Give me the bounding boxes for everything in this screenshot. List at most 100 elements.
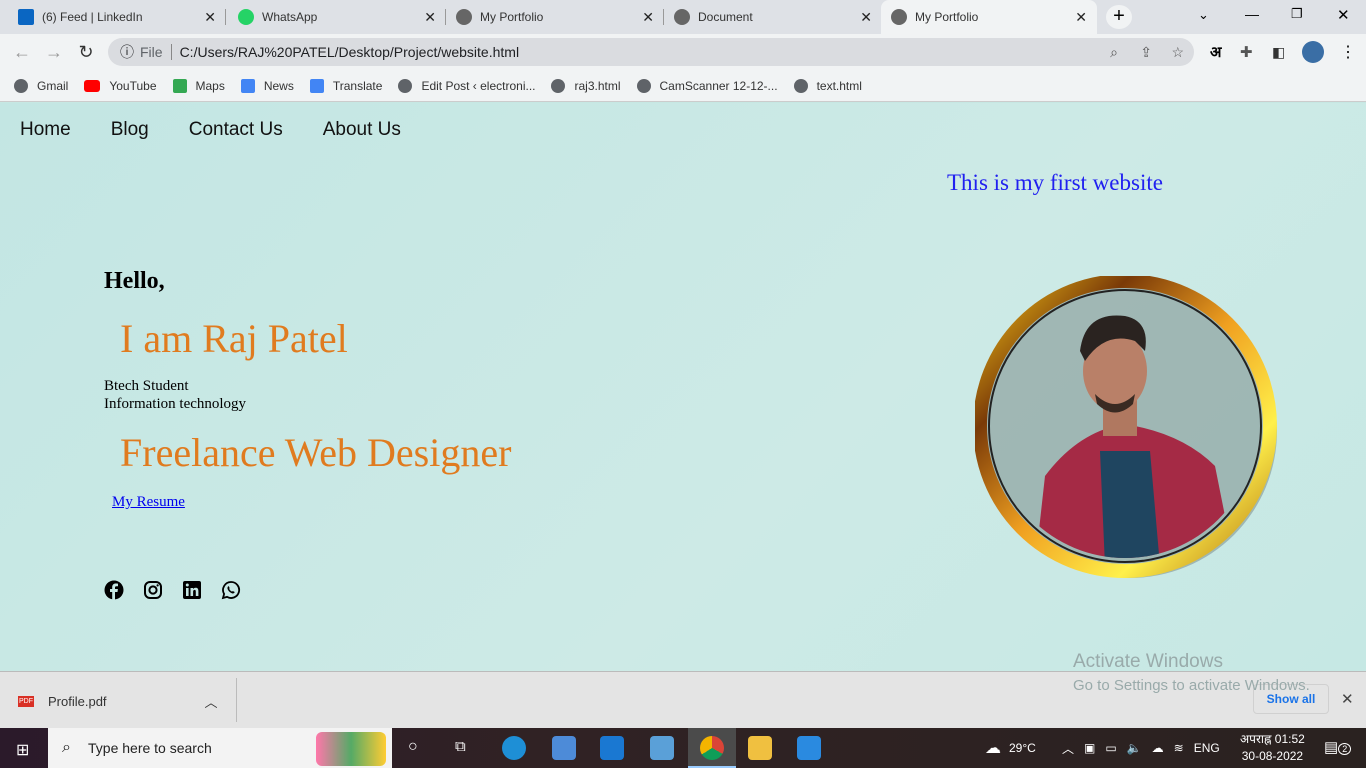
bookmark-edit-post[interactable]: Edit Post ‹ electroni...	[398, 78, 536, 93]
bookmarks-bar: Gmail YouTube Maps News Translate Edit P…	[0, 70, 1366, 102]
maximize-button[interactable]: ❐	[1291, 6, 1303, 22]
bookmark-news[interactable]: News	[240, 78, 294, 93]
edge-icon[interactable]	[502, 736, 526, 760]
extensions-icon[interactable]: ✚	[1240, 43, 1253, 61]
temperature: 29°C	[1009, 741, 1036, 755]
page-content: Home Blog Contact Us About Us This is my…	[0, 103, 1366, 671]
info-icon[interactable]: ⓘ	[120, 42, 134, 62]
notification-count: 2	[1338, 743, 1352, 755]
close-icon[interactable]: ✕	[1075, 9, 1087, 26]
close-icon[interactable]: ✕	[204, 9, 216, 26]
tab-strip: (6) Feed | LinkedIn ✕ WhatsApp ✕ My Portfo…	[0, 0, 1366, 34]
close-icon[interactable]: ✕	[424, 9, 436, 26]
bookmark-label: Edit Post ‹ electroni...	[421, 78, 536, 93]
tab-whatsapp[interactable]: WhatsApp ✕	[228, 0, 446, 34]
profile-avatar[interactable]	[1302, 41, 1324, 63]
windows-start-icon[interactable]: ⊞	[16, 740, 29, 760]
linkedin-icon	[18, 9, 34, 25]
wifi-icon[interactable]: ≋	[1174, 741, 1184, 755]
tab-document[interactable]: Document ✕	[664, 0, 882, 34]
back-button[interactable]: ←	[6, 42, 38, 63]
globe-icon	[551, 78, 566, 93]
translate-button[interactable]: अ	[1210, 42, 1221, 62]
tab-my-portfolio-active[interactable]: My Portfolio ✕	[881, 0, 1097, 34]
activate-windows-title: Activate Windows	[1073, 651, 1223, 672]
new-tab-button[interactable]: +	[1106, 5, 1132, 29]
download-item[interactable]: PDF Profile.pdf ︿	[18, 692, 218, 711]
resume-link[interactable]: My Resume	[112, 494, 185, 511]
taskbar-search[interactable]: ⌕ Type here to search	[48, 728, 392, 768]
date: 30-08-2022	[1241, 749, 1304, 763]
bookmark-maps[interactable]: Maps	[172, 78, 225, 93]
globe-icon	[636, 78, 651, 93]
notifications-icon[interactable]: ▤ 2	[1324, 738, 1352, 756]
weather-widget[interactable]: ☁ 29°C	[985, 728, 1036, 768]
tab-title: My Portfolio	[480, 10, 544, 24]
globe-icon	[891, 9, 907, 25]
chevron-up-icon[interactable]: ︿	[205, 692, 218, 711]
zoom-icon[interactable]: ⌕	[1110, 44, 1118, 61]
bookmark-youtube[interactable]: YouTube	[84, 79, 157, 93]
bookmark-gmail[interactable]: Gmail	[14, 78, 68, 93]
task-view-icon[interactable]: ⧉	[455, 738, 466, 755]
youtube-icon	[84, 79, 101, 92]
download-filename: Profile.pdf	[48, 694, 107, 709]
bookmark-translate[interactable]: Translate	[309, 78, 383, 93]
minimize-button[interactable]: —	[1245, 6, 1259, 22]
nav-contact-us[interactable]: Contact Us	[189, 119, 283, 141]
pdf-icon: PDF	[18, 696, 34, 707]
activate-windows-subtitle: Go to Settings to activate Windows.	[1073, 677, 1310, 694]
facebook-icon[interactable]	[104, 580, 124, 600]
url-text[interactable]: C:/Users/RAJ%20PATEL/Desktop/Project/web…	[180, 44, 520, 60]
name-heading: I am Raj Patel	[120, 316, 348, 361]
tab-search-icon[interactable]: ⌄	[1198, 7, 1209, 23]
close-downloads-icon[interactable]: ✕	[1341, 690, 1354, 708]
mail-icon[interactable]	[600, 736, 624, 760]
chrome-taskbar-button[interactable]	[688, 728, 736, 768]
chevron-up-icon[interactable]: ︿	[1062, 740, 1074, 757]
language-indicator[interactable]: ENG	[1194, 741, 1220, 755]
social-links	[104, 580, 241, 600]
nav-home[interactable]: Home	[20, 119, 71, 141]
nav-about-us[interactable]: About Us	[323, 119, 401, 141]
address-bar[interactable]: ⓘ File C:/Users/RAJ%20PATEL/Desktop/Proj…	[108, 38, 1194, 66]
cortana-icon[interactable]: ○	[408, 738, 418, 756]
whatsapp-icon[interactable]	[221, 580, 241, 600]
close-icon[interactable]: ✕	[642, 9, 654, 26]
linkedin-icon[interactable]	[182, 580, 202, 600]
reload-button[interactable]: ↻	[70, 42, 102, 63]
tab-linkedin[interactable]: (6) Feed | LinkedIn ✕	[8, 0, 226, 34]
tab-title: WhatsApp	[262, 10, 318, 24]
vscode-icon[interactable]	[797, 736, 821, 760]
clock[interactable]: अपराह्न 01:52 30-08-2022	[1240, 731, 1305, 765]
instagram-icon[interactable]	[143, 580, 163, 600]
tab-title: Document	[698, 10, 753, 24]
globe-icon	[793, 78, 808, 93]
window-close-button[interactable]: ✕	[1337, 6, 1350, 24]
branch: Information technology	[104, 396, 247, 412]
forward-button[interactable]: →	[38, 42, 70, 63]
bookmark-text[interactable]: text.html	[793, 78, 862, 93]
menu-icon[interactable]: ⋮	[1340, 42, 1356, 62]
site-nav: Home Blog Contact Us About Us	[20, 119, 401, 141]
bookmark-raj3[interactable]: raj3.html	[551, 78, 621, 93]
store-icon[interactable]	[552, 736, 576, 760]
battery-icon[interactable]: ▭	[1105, 741, 1116, 755]
tab-title: (6) Feed | LinkedIn	[42, 10, 143, 24]
bookmark-label: Translate	[332, 78, 383, 93]
news-icon	[240, 78, 255, 93]
share-icon[interactable]: ⇪	[1140, 44, 1152, 61]
maps-icon	[172, 78, 187, 93]
close-icon[interactable]: ✕	[860, 9, 872, 26]
bookmark-star-icon[interactable]: ☆	[1171, 44, 1184, 61]
bookmark-camscanner[interactable]: CamScanner 12-12-...	[636, 78, 778, 93]
meet-icon[interactable]: ▣	[1084, 741, 1095, 755]
pc-icon[interactable]	[650, 736, 674, 760]
file-explorer-icon[interactable]	[748, 736, 772, 760]
whatsapp-icon	[238, 9, 254, 25]
tab-my-portfolio[interactable]: My Portfolio ✕	[446, 0, 664, 34]
nav-blog[interactable]: Blog	[111, 119, 149, 141]
side-panel-icon[interactable]: ◧	[1272, 44, 1285, 61]
volume-icon[interactable]: 🔈	[1127, 741, 1142, 755]
onedrive-icon[interactable]: ☁	[1152, 741, 1164, 755]
